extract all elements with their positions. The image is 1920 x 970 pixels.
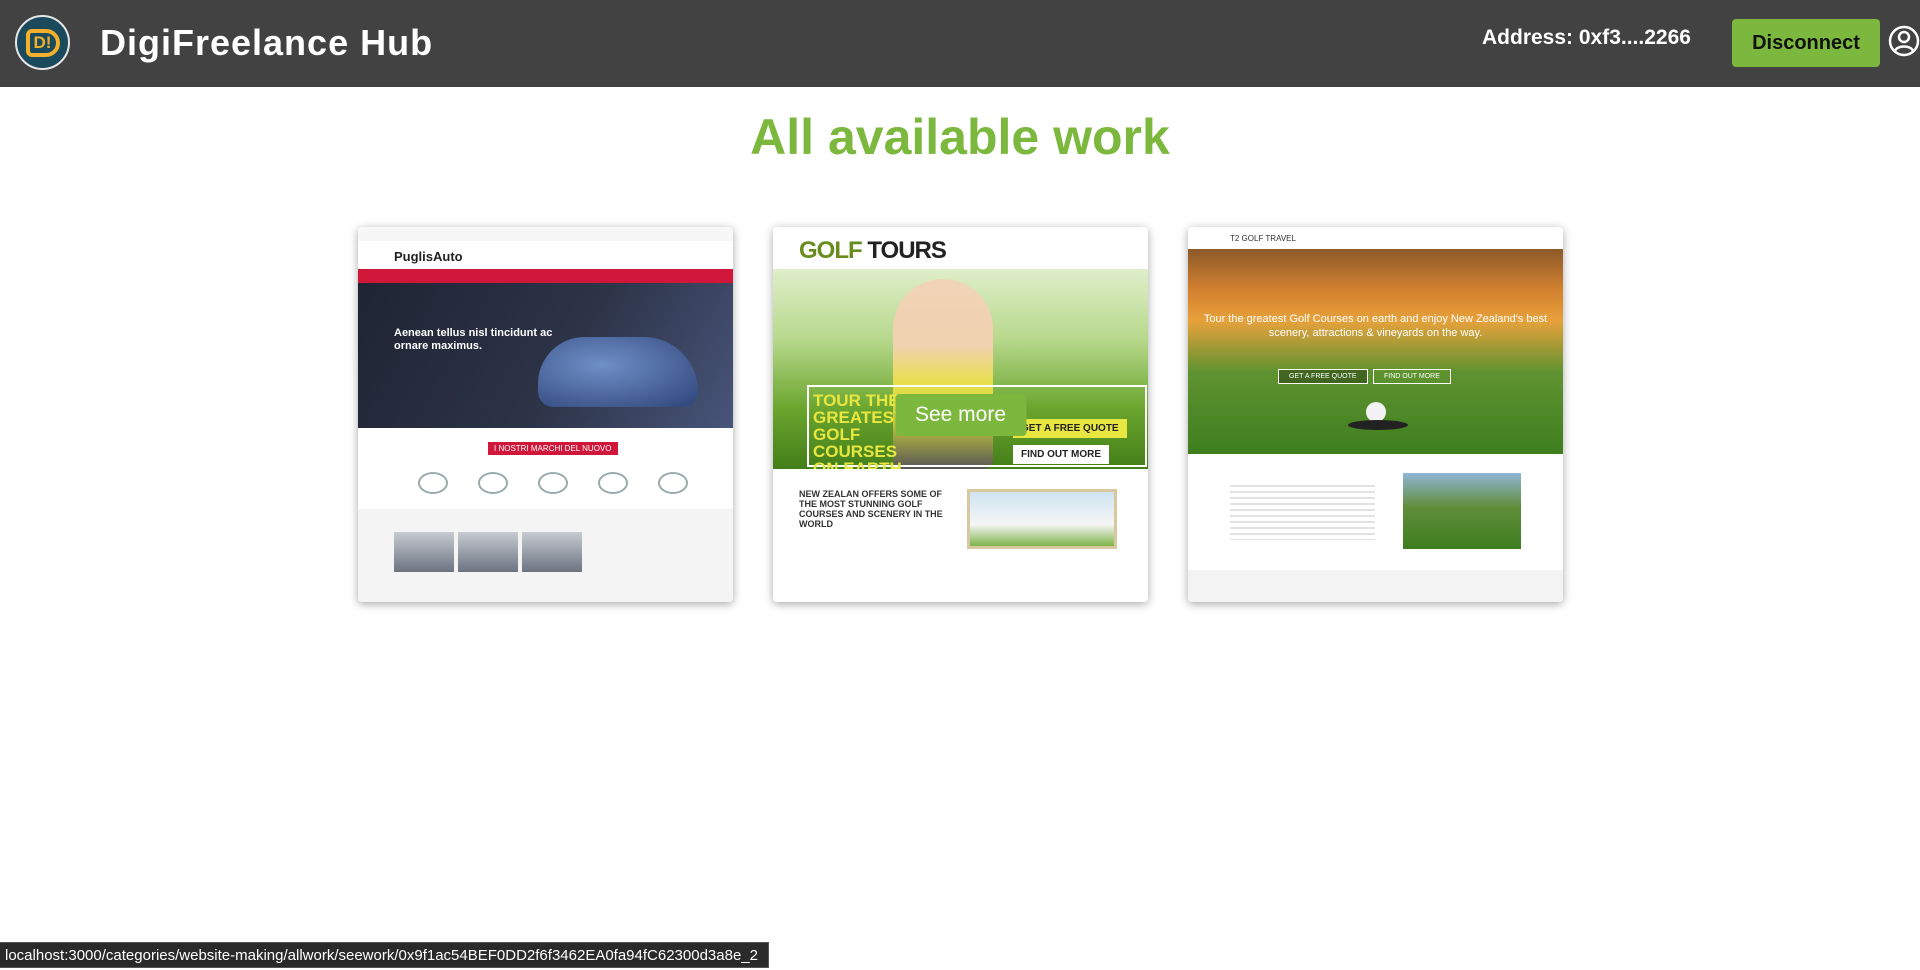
brand-logo-icon (478, 472, 508, 494)
preview-logo: GOLF TOURS (799, 237, 947, 264)
preview-hero-text: TOUR THE GREATEST GOLF COURSES ON EARTH (813, 391, 905, 477)
golf-ball-image (1366, 402, 1386, 422)
work-card-golf-travel[interactable]: T2 GOLF TRAVEL Tour the greatest Golf Co… (1188, 227, 1563, 602)
brand-logo-icon (538, 472, 568, 494)
preview-more-button: FIND OUT MORE (1013, 445, 1109, 464)
browser-status-url: localhost:3000/categories/website-making… (0, 942, 769, 968)
preview-quote-button: GET A FREE QUOTE (1278, 369, 1368, 384)
preview-topbar (358, 227, 733, 241)
preview-nav (358, 269, 733, 283)
disconnect-button[interactable]: Disconnect (1732, 19, 1880, 67)
brand-logos (418, 472, 688, 500)
golf-hole-image (1348, 420, 1408, 430)
car-thumbnail (458, 532, 518, 572)
preview-more-button: FIND OUT MORE (1373, 369, 1451, 384)
top-header: D! DigiFreelance Hub Address: 0xf3....22… (0, 0, 1920, 87)
preview-footer-strip (1188, 570, 1563, 602)
brand-logo-icon (598, 472, 628, 494)
work-card-puglis-auto[interactable]: PuglisAuto Aenean tellus nisl tincidunt … (358, 227, 733, 602)
preview-text-lines (1230, 485, 1375, 540)
app-title[interactable]: DigiFreelance Hub (100, 22, 433, 64)
preview-photo (967, 489, 1117, 549)
brand-logo-icon (418, 472, 448, 494)
preview-quote-button: GET A FREE QUOTE (1013, 419, 1127, 438)
app-logo[interactable]: D! (15, 15, 70, 70)
preview-band: I NOSTRI MARCHI DEL NUOVO (488, 442, 618, 455)
preview-hero-text: Aenean tellus nisl tincidunt ac ornare m… (394, 327, 553, 352)
brand-logo-icon (658, 472, 688, 494)
preview-photo (1403, 473, 1521, 549)
preview-content-text: NEW ZEALAN OFFERS SOME OF THE MOST STUNN… (799, 489, 943, 529)
preview-logo: PuglisAuto (394, 249, 463, 264)
work-card-golf-tours[interactable]: GOLF TOURS TOUR THE GREATEST GOLF COURSE… (773, 227, 1148, 602)
car-thumbnail (394, 532, 454, 572)
logo-mark: D! (25, 28, 60, 57)
car-thumbnail (522, 532, 582, 572)
preview-hero-text: Tour the greatest Golf Courses on earth … (1203, 313, 1548, 339)
see-more-button[interactable]: See more (894, 393, 1027, 436)
preview-logo: T2 GOLF TRAVEL (1230, 234, 1296, 243)
page-title: All available work (750, 109, 1170, 165)
wallet-address: Address: 0xf3....2266 (1482, 26, 1691, 49)
user-circle-icon[interactable] (1888, 24, 1920, 58)
